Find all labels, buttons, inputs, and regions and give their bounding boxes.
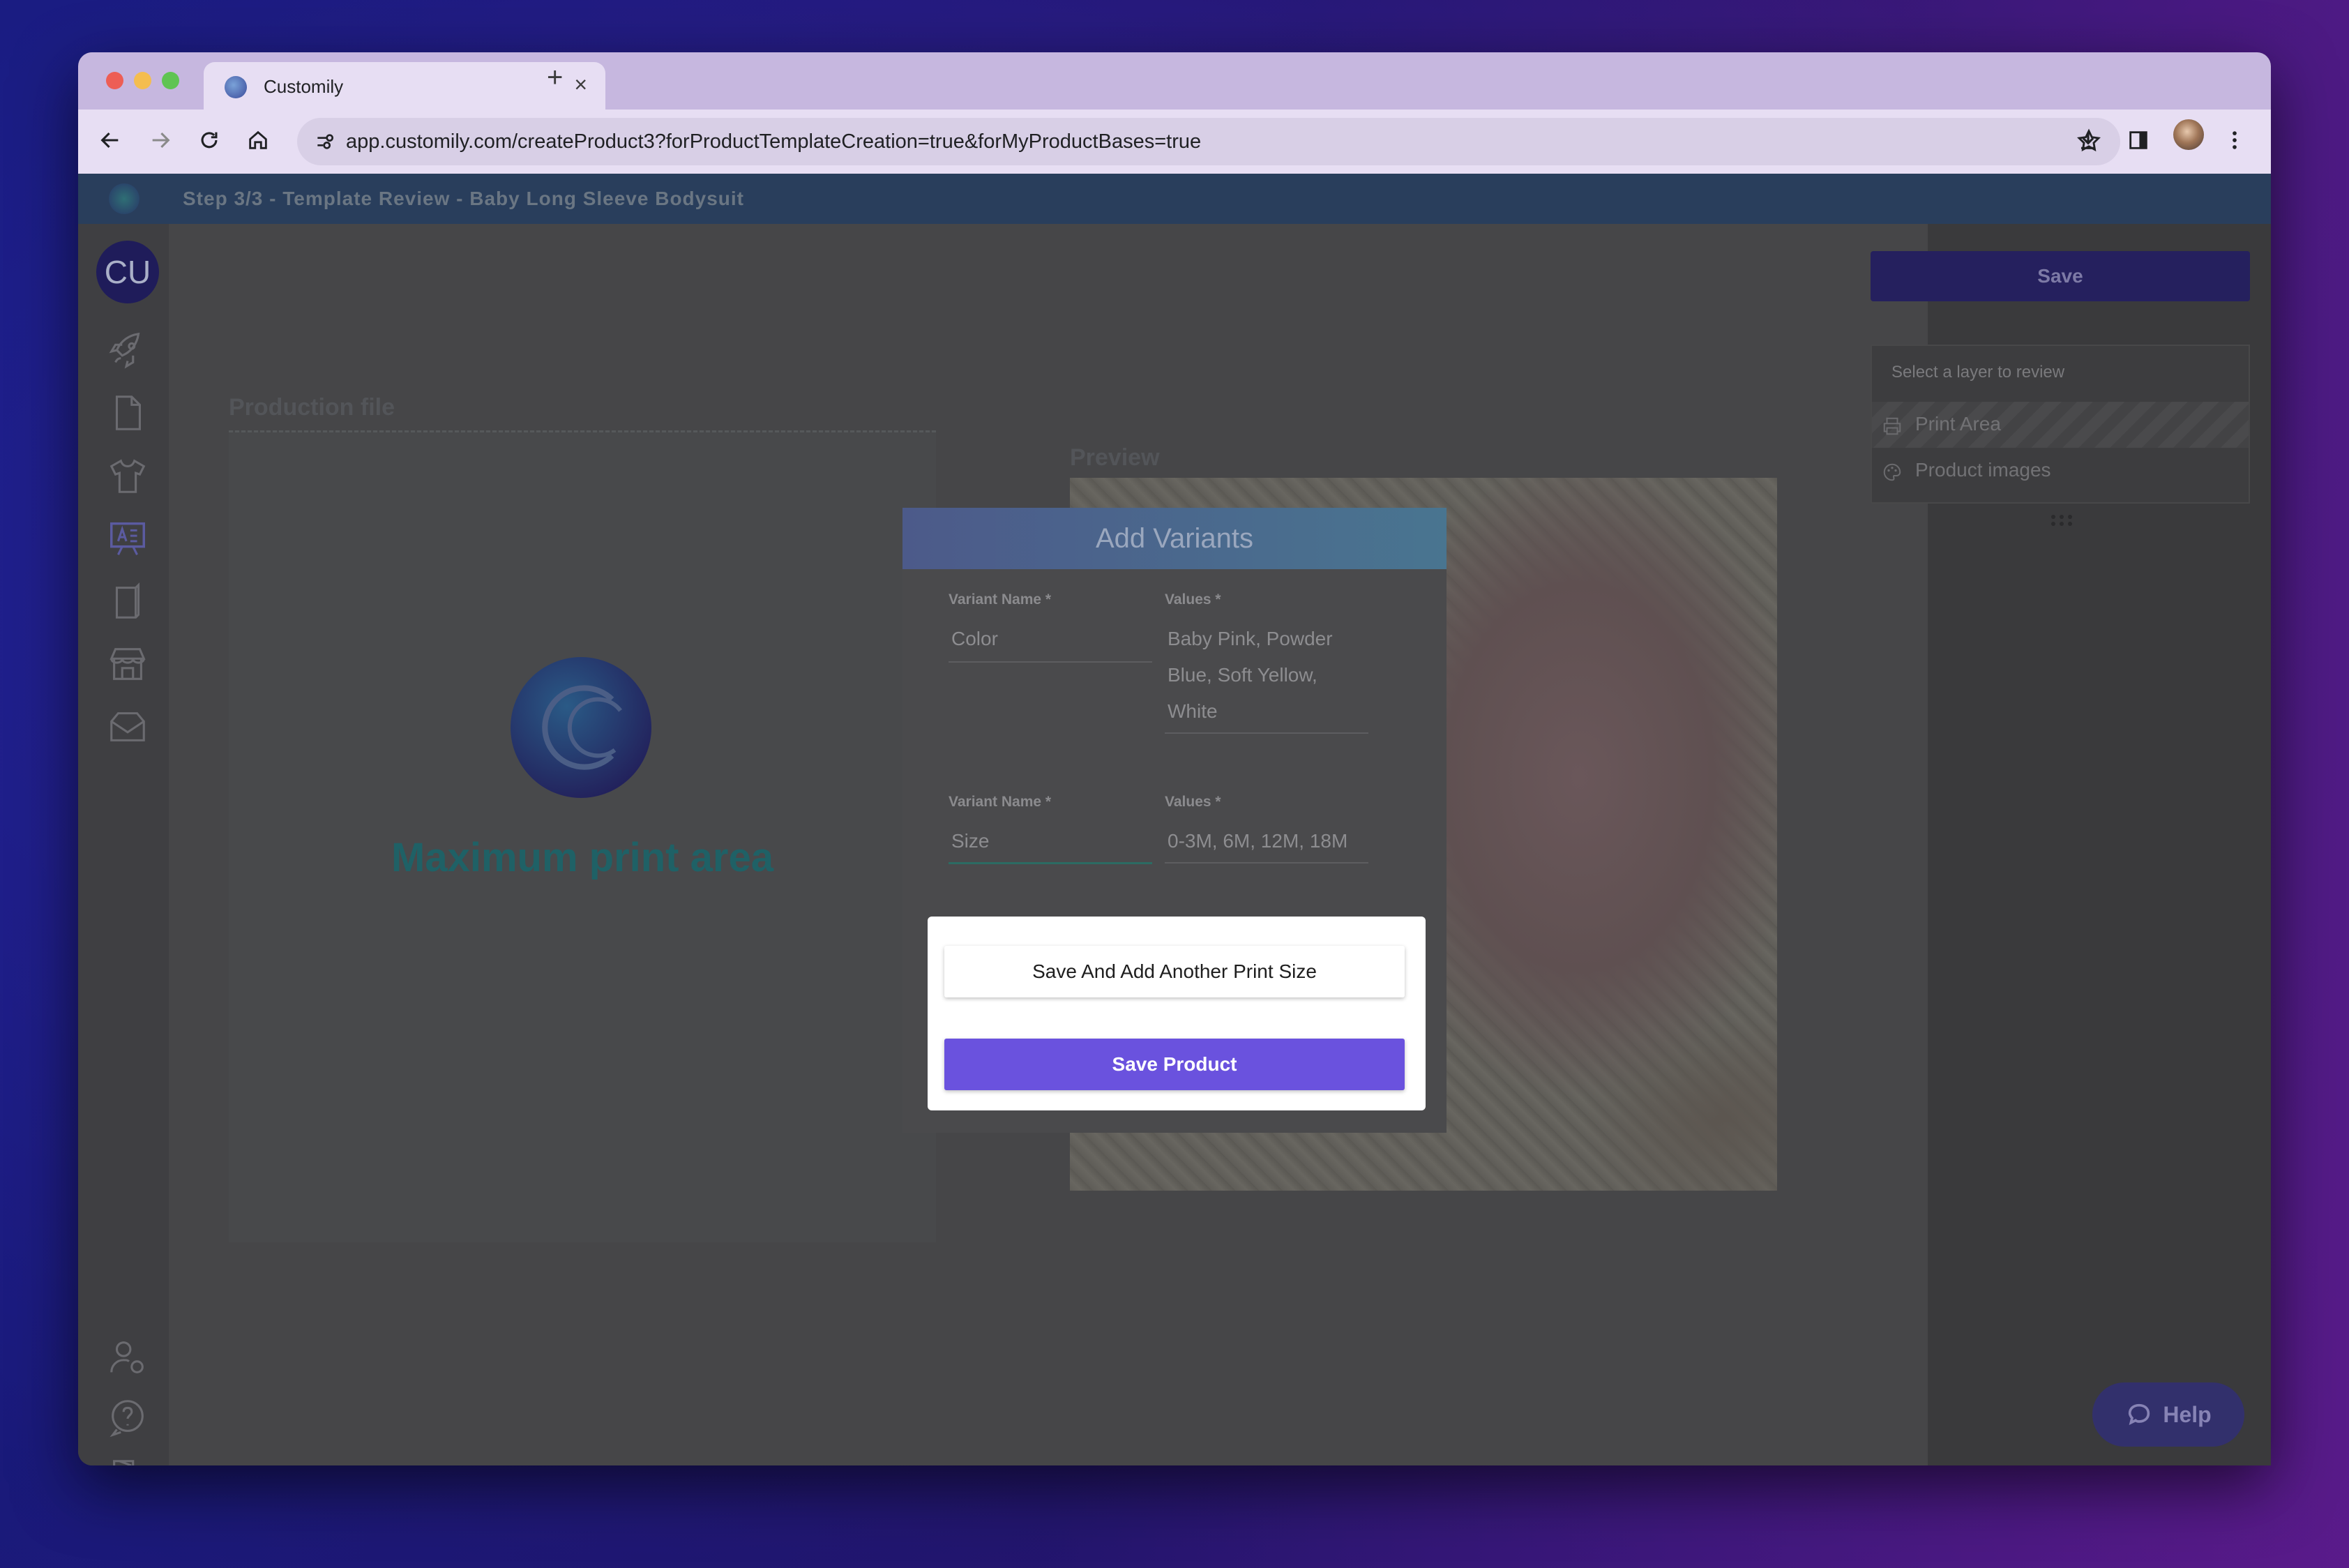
app-header: Step 3/3 - Template Review - Baby Long S… bbox=[78, 174, 2271, 224]
customily-logo-icon bbox=[511, 657, 651, 798]
chat-bubble-icon bbox=[2129, 1403, 2150, 1426]
close-tab-icon[interactable]: × bbox=[574, 72, 587, 98]
exit-icon[interactable] bbox=[106, 1456, 149, 1465]
save-button[interactable]: Save bbox=[1871, 251, 2250, 301]
layer-label: Product images bbox=[1915, 459, 2051, 481]
values-underline bbox=[1165, 732, 1368, 734]
help-circle-icon[interactable] bbox=[106, 1396, 149, 1439]
address-bar[interactable]: app.customily.com/createProduct3?forProd… bbox=[297, 118, 2120, 165]
drag-handle-icon[interactable] bbox=[2049, 513, 2074, 527]
reload-icon[interactable] bbox=[194, 125, 225, 156]
minimize-window-button[interactable] bbox=[134, 72, 151, 89]
values-label: Values * bbox=[1165, 794, 1221, 810]
layer-list: Select a layer to review Print Area Prod… bbox=[1871, 345, 2250, 504]
print-area-text: Maximum print area bbox=[391, 835, 773, 880]
back-arrow-icon[interactable] bbox=[95, 125, 126, 156]
layer-hint: Select a layer to review bbox=[1891, 363, 2065, 382]
browser-tab[interactable]: Customily × bbox=[204, 62, 605, 110]
printer-icon bbox=[1883, 417, 1901, 435]
values-line-3[interactable]: White bbox=[1168, 693, 1218, 730]
production-file-label: Production file bbox=[229, 394, 395, 421]
preview-label: Preview bbox=[1070, 444, 1160, 471]
palette-icon bbox=[1883, 463, 1901, 481]
left-sidebar: CU bbox=[78, 224, 169, 1465]
book-icon[interactable] bbox=[106, 580, 149, 623]
site-settings-icon[interactable] bbox=[314, 130, 336, 153]
values-input[interactable]: 0-3M, 6M, 12M, 18M bbox=[1168, 823, 1347, 859]
customily-favicon-icon bbox=[225, 76, 247, 98]
variant-name-input[interactable]: Size bbox=[951, 823, 989, 859]
layer-item-print-area[interactable]: Print Area bbox=[1872, 402, 2249, 448]
variant-name-label: Variant Name * bbox=[949, 794, 1052, 810]
user-settings-icon[interactable] bbox=[106, 1336, 149, 1379]
variant-name-underline bbox=[949, 661, 1152, 663]
production-file-area: Maximum print area bbox=[229, 430, 936, 1242]
help-button[interactable]: Help bbox=[2092, 1382, 2244, 1447]
tshirt-icon[interactable] bbox=[106, 454, 149, 497]
browser-titlebar: Customily × + bbox=[78, 52, 2271, 110]
url-text: app.customily.com/createProduct3?forProd… bbox=[346, 130, 1202, 153]
side-panel-icon[interactable] bbox=[2123, 125, 2154, 156]
values-line-2[interactable]: Blue, Soft Yellow, bbox=[1168, 657, 1317, 693]
new-tab-icon[interactable]: + bbox=[547, 62, 563, 93]
user-avatar[interactable]: CU bbox=[96, 241, 159, 303]
design-board-icon[interactable] bbox=[106, 517, 149, 560]
forward-arrow-icon[interactable] bbox=[145, 125, 176, 156]
more-menu-icon[interactable] bbox=[2219, 125, 2250, 156]
variant-name-input[interactable]: Color bbox=[951, 621, 998, 657]
save-and-add-another-button[interactable]: Save And Add Another Print Size bbox=[944, 946, 1405, 997]
step-title: Step 3/3 - Template Review - Baby Long S… bbox=[183, 188, 745, 209]
close-window-button[interactable] bbox=[106, 72, 123, 89]
customily-logo-icon[interactable] bbox=[109, 183, 139, 214]
help-label: Help bbox=[2163, 1401, 2212, 1427]
document-icon[interactable] bbox=[106, 391, 149, 435]
variant-name-label: Variant Name * bbox=[949, 591, 1052, 608]
tab-title: Customily bbox=[264, 76, 344, 97]
zoom-window-button[interactable] bbox=[162, 72, 179, 89]
browser-toolbar: app.customily.com/createProduct3?forProd… bbox=[78, 110, 2271, 174]
variant-name-underline-active bbox=[949, 862, 1152, 864]
profile-avatar[interactable] bbox=[2173, 119, 2204, 150]
inbox-icon[interactable] bbox=[106, 705, 149, 748]
save-product-button[interactable]: Save Product bbox=[944, 1039, 1405, 1090]
layer-item-product-images[interactable]: Product images bbox=[1872, 448, 2249, 494]
values-underline bbox=[1165, 862, 1368, 864]
layer-label: Print Area bbox=[1915, 413, 2001, 435]
save-actions-panel: Save And Add Another Print Size Save Pro… bbox=[928, 917, 1426, 1110]
values-line-1[interactable]: Baby Pink, Powder bbox=[1168, 621, 1333, 657]
dialog-title: Add Variants bbox=[902, 508, 1447, 569]
store-icon[interactable] bbox=[106, 642, 149, 686]
download-icon[interactable] bbox=[2073, 125, 2103, 156]
values-label: Values * bbox=[1165, 591, 1221, 608]
rocket-icon[interactable] bbox=[106, 329, 149, 372]
home-icon[interactable] bbox=[243, 125, 273, 156]
